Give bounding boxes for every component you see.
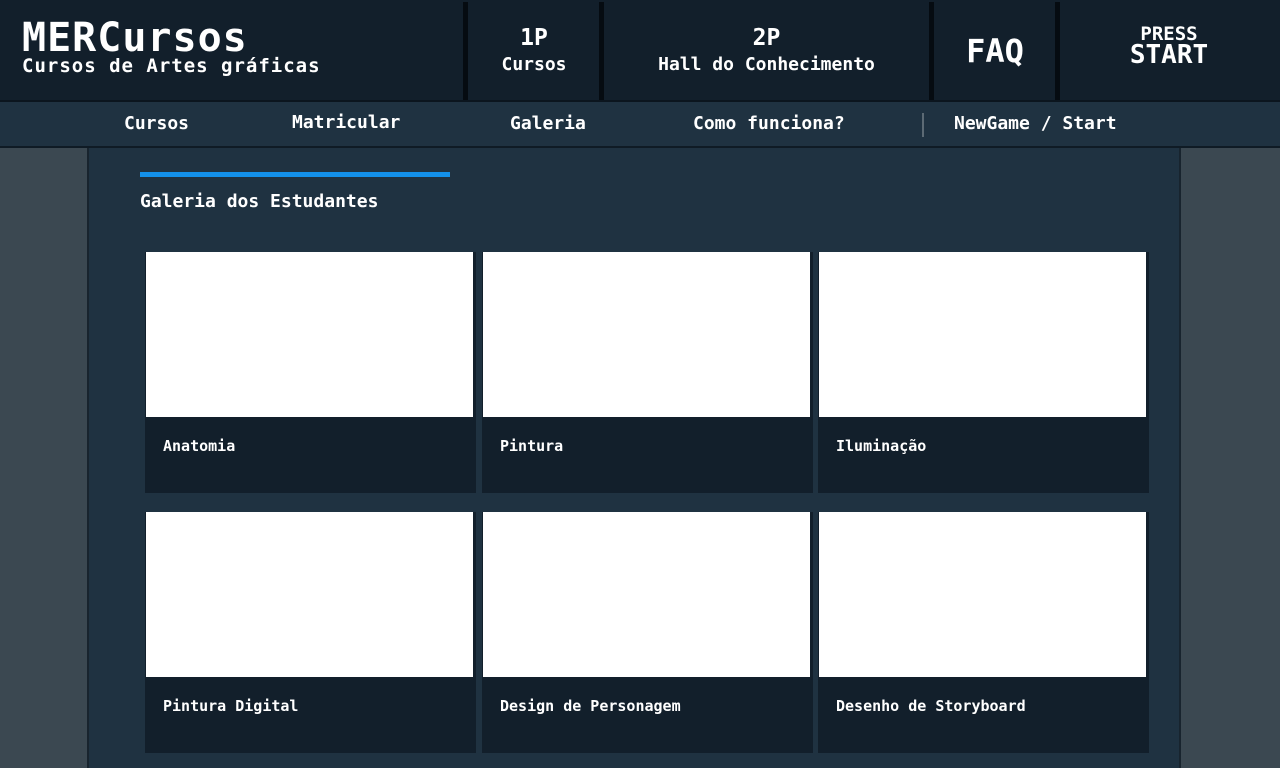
nav-item-newgame-start[interactable]: NewGame / Start bbox=[954, 112, 1117, 136]
gallery-thumbnail bbox=[146, 512, 473, 677]
gallery-card-design-de-personagem[interactable]: Design de Personagem bbox=[482, 512, 813, 753]
gallery-panel: Galeria dos Estudantes Anatomia Pintura … bbox=[87, 148, 1181, 768]
site-header: MERCursos Cursos de Artes gráficas 1P Cu… bbox=[0, 0, 1280, 102]
gallery-caption: Anatomia bbox=[163, 437, 236, 455]
gallery-thumbnail bbox=[819, 252, 1146, 417]
nav-item-como-funciona[interactable]: Como funciona? bbox=[693, 112, 845, 136]
gallery-caption: Desenho de Storyboard bbox=[836, 697, 1026, 715]
gallery-caption: Iluminação bbox=[836, 437, 927, 455]
gallery-caption: Pintura bbox=[500, 437, 564, 455]
gallery-card-desenho-de-storyboard[interactable]: Desenho de Storyboard bbox=[818, 512, 1149, 753]
gallery-thumbnail bbox=[483, 512, 810, 677]
gallery-caption: Design de Personagem bbox=[500, 697, 681, 715]
header-button-1p-sublabel: Cursos bbox=[501, 54, 567, 75]
nav-item-matricular[interactable]: Matricular bbox=[292, 111, 400, 135]
header-button-press-start[interactable]: PRESS START bbox=[1060, 2, 1278, 100]
start-label: START bbox=[1129, 40, 1209, 70]
gallery-thumbnail bbox=[483, 252, 810, 417]
brand-subtitle: Cursos de Artes gráficas bbox=[22, 55, 321, 77]
gallery-card-pintura-digital[interactable]: Pintura Digital bbox=[145, 512, 476, 753]
gallery-caption: Pintura Digital bbox=[163, 697, 299, 715]
brand-logo[interactable]: MERCursos Cursos de Artes gráficas bbox=[22, 18, 321, 76]
gallery-thumbnail bbox=[819, 512, 1146, 677]
faq-label: FAQ bbox=[966, 32, 1024, 70]
gallery-card-iluminacao[interactable]: Iluminação bbox=[818, 252, 1149, 493]
brand-title: MERCursos bbox=[22, 15, 248, 61]
header-button-2p-hall[interactable]: 2P Hall do Conhecimento bbox=[604, 2, 929, 100]
gallery-card-pintura[interactable]: Pintura bbox=[482, 252, 813, 493]
nav-separator bbox=[922, 113, 924, 137]
nav-item-cursos[interactable]: Cursos bbox=[124, 112, 189, 136]
header-button-2p-label: 2P bbox=[752, 25, 781, 51]
nav-item-galeria[interactable]: Galeria bbox=[510, 112, 586, 136]
header-button-faq[interactable]: FAQ bbox=[934, 2, 1056, 100]
section-title: Galeria dos Estudantes bbox=[140, 191, 379, 212]
main-nav: Cursos Matricular Galeria Como funciona?… bbox=[0, 102, 1280, 148]
gallery-thumbnail bbox=[146, 252, 473, 417]
gallery-card-anatomia[interactable]: Anatomia bbox=[145, 252, 476, 493]
section-accent-bar bbox=[140, 172, 450, 177]
header-button-2p-sublabel: Hall do Conhecimento bbox=[658, 54, 875, 75]
header-button-1p-label: 1P bbox=[520, 25, 548, 51]
header-button-1p-cursos[interactable]: 1P Cursos bbox=[468, 2, 600, 100]
